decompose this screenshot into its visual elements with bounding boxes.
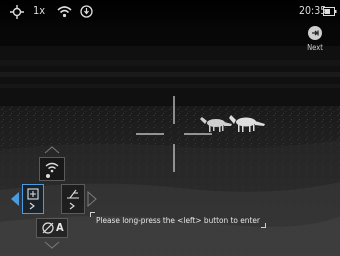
menu-item-wifi[interactable] — [39, 157, 65, 181]
record-status-icon — [80, 5, 93, 18]
no-auto-icon — [42, 222, 54, 234]
hint-text: Please long-press the <left> button to e… — [96, 215, 260, 225]
menu-left-arrow-icon[interactable] — [10, 191, 20, 207]
status-bar: 1x 20:35 — [0, 0, 340, 24]
target-icon — [10, 5, 24, 19]
hint-message: Please long-press the <left> button to e… — [90, 212, 266, 228]
menu-item-calibrate[interactable] — [61, 184, 85, 214]
menu-item-auto-calibration[interactable]: A — [36, 218, 68, 238]
auto-label: A — [56, 221, 64, 234]
next-button[interactable]: Next — [300, 26, 330, 52]
wifi-icon — [57, 6, 72, 18]
menu-right-arrow-icon[interactable] — [87, 191, 97, 207]
menu-down-arrow-icon[interactable] — [44, 241, 60, 249]
zoom-in-icon — [27, 188, 39, 210]
next-label: Next — [307, 43, 323, 52]
arrow-into-circle-icon — [308, 26, 322, 40]
crosshair-reticle — [136, 96, 212, 172]
menu-up-arrow-icon[interactable] — [44, 146, 60, 154]
battery-icon — [323, 7, 337, 16]
wifi-icon — [45, 162, 59, 178]
calibrate-icon — [67, 189, 79, 210]
menu-item-zoom-in[interactable] — [22, 184, 44, 214]
zoom-level: 1x — [33, 4, 46, 17]
